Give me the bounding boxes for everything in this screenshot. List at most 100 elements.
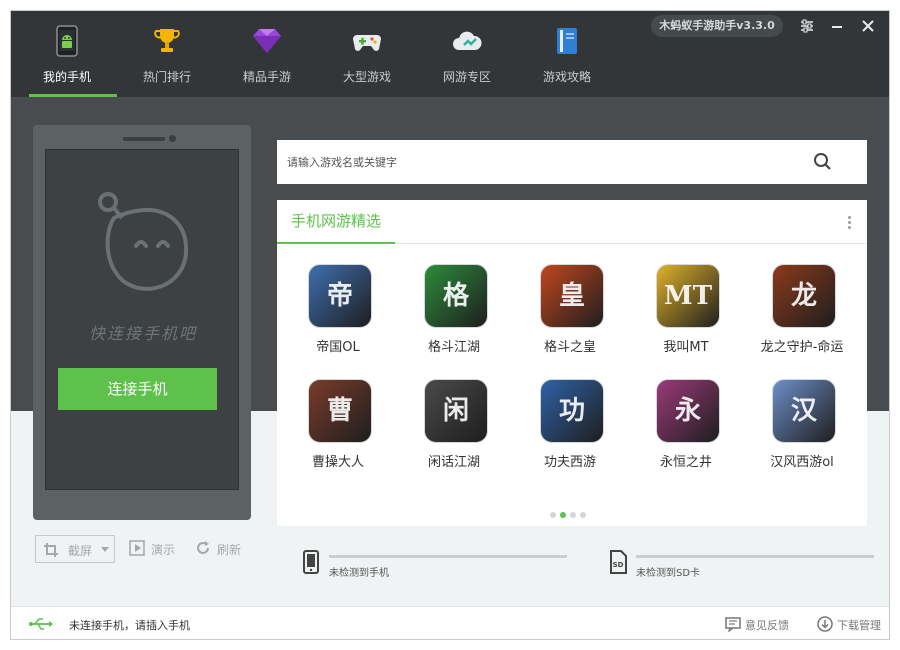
game-item[interactable]: 永永恒之井 [628,379,744,484]
phone-toolbar: 截屏 演示 刷新 [33,535,263,565]
game-icon: 汉 [772,379,836,443]
download-manager-label: 下载管理 [837,619,881,632]
game-item[interactable]: 功功夫西游 [512,379,628,484]
chevron-down-icon[interactable] [101,547,109,552]
page-dot[interactable] [560,512,566,518]
dot-icon [847,226,851,229]
game-name: 我叫MT [663,340,709,355]
game-artwork: 皇 [558,281,585,311]
search-icon[interactable] [813,152,833,172]
tab-premium-games[interactable]: 精品手游 [217,25,317,97]
game-name: 帝国OL [316,340,360,355]
tab-game-guides[interactable]: 游戏攻略 [517,25,617,97]
game-artwork: 格 [442,281,469,311]
panel-divider [395,243,867,244]
game-name: 格斗江湖 [427,340,480,355]
settings-button[interactable] [796,15,818,37]
tab-online-games[interactable]: 网游专区 [417,25,517,97]
feedback-link[interactable]: 意见反馈 [725,616,795,634]
game-item[interactable]: 龙龙之守护-命运 [744,264,860,369]
page-dot[interactable] [550,512,556,518]
panel-title: 手机网游精选 [277,200,395,244]
game-icon: 龙 [772,264,836,328]
phone-storage-text: 未检测到手机 [329,568,389,579]
game-icon: 皇 [540,264,604,328]
tab-label: 热门排行 [142,70,191,84]
feedback-label: 意见反馈 [745,619,789,632]
game-name: 汉风西游ol [770,455,834,470]
game-item[interactable]: 汉汉风西游ol [744,379,860,484]
phone-storage: 未检测到手机 [301,550,581,580]
game-icon: MT [656,264,720,328]
game-item[interactable]: 闲闲话江湖 [396,379,512,484]
game-artwork: 龙 [790,281,817,311]
game-name: 永恒之井 [659,455,712,470]
tab-large-games[interactable]: 大型游戏 [317,25,417,97]
game-name: 闲话江湖 [427,455,480,470]
version-label: 木蚂蚁手游助手v3.3.0 [651,15,783,37]
game-name: 龙之守护-命运 [760,340,844,355]
game-artwork: MT [663,281,713,311]
sd-card-icon: SD [610,550,627,574]
tab-label: 网游专区 [442,70,491,84]
phone-storage-bar [329,555,567,558]
sliders-icon [801,19,813,33]
refresh-icon [197,541,209,554]
status-bar: 未连接手机，请插入手机 意见反馈 下载管理 [11,606,889,639]
game-icon: 功 [540,379,604,443]
android-phone-icon [56,25,78,57]
phone-camera [169,135,176,142]
more-options-button[interactable] [843,214,855,230]
game-artwork: 永 [674,396,701,426]
connection-status: 未连接手机，请插入手机 [69,619,190,632]
game-item[interactable]: 曹曹操大人 [280,379,396,484]
phone-screen: 快连接手机吧 连接手机 [45,149,239,490]
guide-book-icon [557,28,577,54]
game-name: 格斗之皇 [543,340,596,355]
tab-label: 游戏攻略 [542,70,591,84]
demo-label: 演示 [151,543,176,557]
sd-storage-bar [636,555,874,558]
close-icon [862,20,874,32]
refresh-button[interactable]: 刷新 [195,541,255,559]
play-icon [129,540,145,556]
download-manager-link[interactable]: 下载管理 [817,616,887,634]
screenshot-button[interactable]: 截屏 [35,535,115,563]
usb-icon [29,618,53,630]
top-nav-bar: 木蚂蚁手游助手v3.3.0 我的手机 热门排行 精品手游 大型游戏 网游专区 游… [11,11,889,97]
game-artwork: 帝 [326,281,353,311]
gamepad-icon [353,35,381,51]
game-item[interactable]: 皇格斗之皇 [512,264,628,369]
search-input[interactable] [277,140,807,184]
tab-hot-ranking[interactable]: 热门排行 [117,25,217,97]
featured-games-panel: 手机网游精选 帝帝国OL 格格斗江湖皇格斗之皇 MT 我叫MT 龙龙之守护-命运曹曹操大… [277,200,867,526]
game-icon: 永 [656,379,720,443]
game-artwork: 闲 [442,396,469,426]
game-item[interactable]: 帝帝国OL [280,264,396,369]
game-artwork: 曹 [326,396,353,426]
search-box [277,140,867,184]
dot-icon [847,221,851,224]
game-artwork: 汉 [790,396,817,426]
game-icon: 闲 [424,379,488,443]
minimize-button[interactable] [826,15,848,37]
tab-my-phone[interactable]: 我的手机 [17,25,117,97]
feedback-icon [725,617,741,632]
trophy-icon [154,29,180,52]
app-window: 木蚂蚁手游助手v3.3.0 我的手机 热门排行 精品手游 大型游戏 网游专区 游… [10,10,890,640]
page-dot[interactable] [570,512,576,518]
tab-label: 大型游戏 [342,70,391,84]
demo-button[interactable]: 演示 [129,540,189,559]
diamond-icon [253,29,281,53]
cloud-icon [453,31,482,50]
phone-speaker [123,137,165,141]
close-button[interactable] [857,15,879,37]
phone-frame: 快连接手机吧 连接手机 [33,125,251,520]
tab-label: 我的手机 [42,70,91,84]
crop-icon [44,543,58,557]
game-item[interactable]: 格格斗江湖 [396,264,512,369]
page-dot[interactable] [580,512,586,518]
game-item[interactable]: MT 我叫MT [628,264,744,369]
connect-phone-button[interactable]: 连接手机 [58,368,217,410]
pagination-dots [550,503,600,518]
